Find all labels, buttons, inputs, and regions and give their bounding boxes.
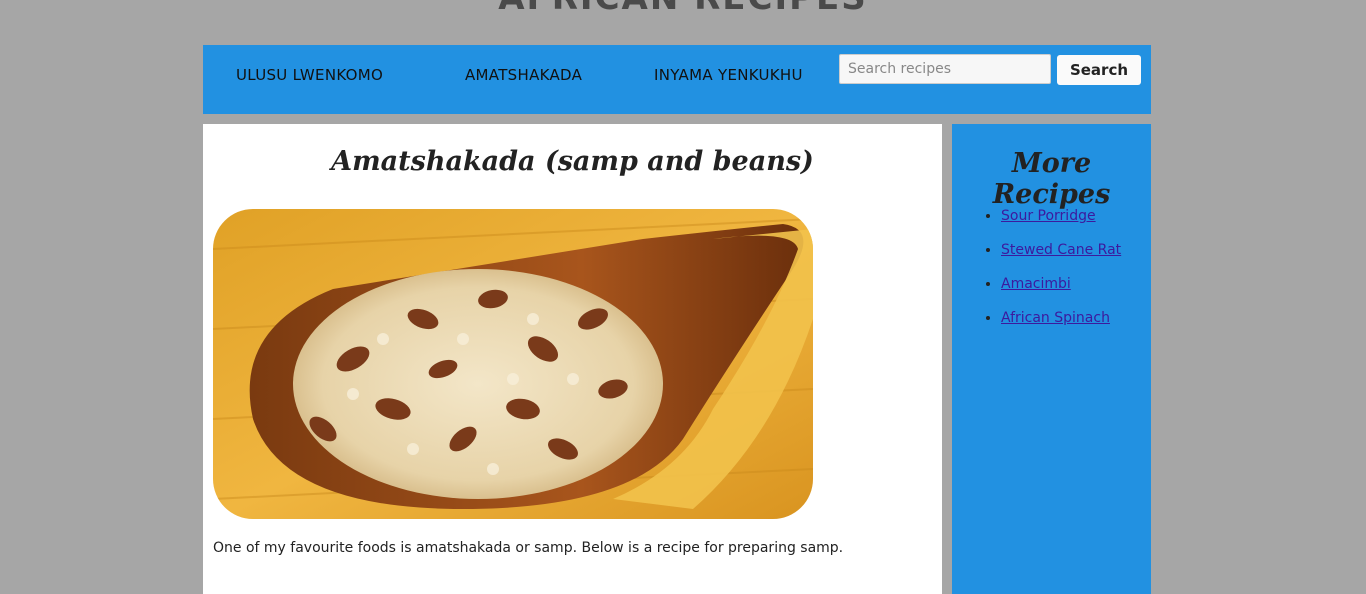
nav-link-inyama-yenkukhu[interactable]: INYAMA YENKUKHU [654,66,803,84]
recipe-link-african-spinach[interactable]: African Spinach [1001,310,1110,326]
recipe-link-stewed-cane-rat[interactable]: Stewed Cane Rat [1001,242,1121,258]
sidebar: More Recipes Sour Porridge Stewed Cane R… [952,124,1151,594]
list-item: African Spinach [1001,310,1121,344]
search-button[interactable]: Search [1057,55,1141,85]
navbar: ULUSU LWENKOMO AMATSHAKADA INYAMA YENKUK… [203,45,1151,114]
recipe-intro: One of my favourite foods is amatshakada… [213,540,844,556]
main-content: Amatshakada (samp and beans) One of my f… [203,124,942,594]
recipe-link-sour-porridge[interactable]: Sour Porridge [1001,208,1096,224]
recipe-title: Amatshakada (samp and beans) [331,146,814,177]
recipe-image [213,209,813,519]
sidebar-title: More Recipes [992,148,1111,210]
site-title: AFRICAN RECIPES [0,0,1366,18]
list-item: Sour Porridge [1001,208,1121,242]
nav-link-amatshakada[interactable]: AMATSHAKADA [465,66,582,84]
recipe-link-amacimbi[interactable]: Amacimbi [1001,276,1071,292]
list-item: Amacimbi [1001,276,1121,310]
list-item: Stewed Cane Rat [1001,242,1121,276]
more-recipes-list: Sour Porridge Stewed Cane Rat Amacimbi A… [981,208,1121,344]
search-input[interactable] [839,54,1051,84]
nav-link-ulusu-lwenkomo[interactable]: ULUSU LWENKOMO [236,66,383,84]
